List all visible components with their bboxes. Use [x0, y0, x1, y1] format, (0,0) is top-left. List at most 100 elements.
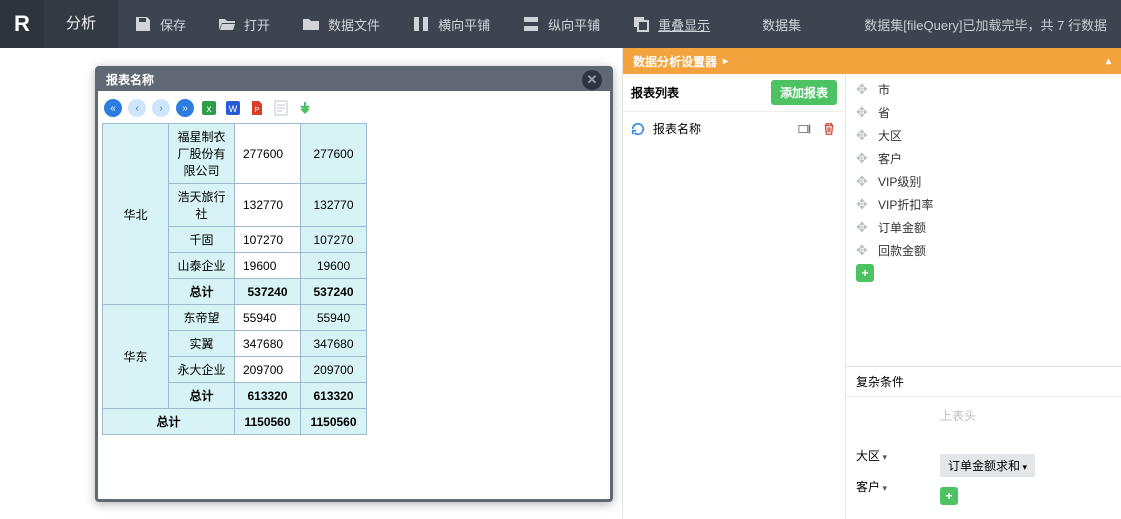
conditions-panel: 复杂条件 大区 客户 上表头 订单金额求和 + [846, 366, 1121, 519]
field-list: 市 省 大区 客户 VIP级别 VIP折扣率 订单金额 回款金额 + [846, 74, 1121, 366]
open-label: 打开 [244, 15, 270, 34]
datafile-button[interactable]: 数据文件 [286, 0, 396, 48]
customer-cell: 山泰企业 [169, 253, 235, 279]
value-cell: 132770 [301, 184, 367, 227]
value-cell: 19600 [301, 253, 367, 279]
top-toolbar: R 分析 保存 打开 数据文件 横向平铺 纵向平铺 重叠显示 [0, 0, 1121, 48]
tile-v-label: 纵向平铺 [548, 15, 600, 34]
add-report-button[interactable]: 添加报表 [771, 80, 837, 105]
download-icon[interactable] [296, 99, 314, 117]
close-icon[interactable]: ✕ [582, 70, 602, 90]
conditions-body: 大区 客户 上表头 订单金额求和 + [846, 397, 1121, 519]
workspace: 报表名称 ✕ « ‹ › » x W P [0, 48, 622, 519]
customer-cell: 浩天旅行社 [169, 184, 235, 227]
value-cell: 347680 [301, 331, 367, 357]
dialog-titlebar[interactable]: 报表名称 ✕ [98, 69, 610, 91]
move-icon[interactable] [856, 152, 870, 166]
field-item[interactable]: 省 [846, 101, 1121, 124]
prev-page-icon[interactable]: ‹ [128, 99, 146, 117]
field-item[interactable]: 订单金额 [846, 216, 1121, 239]
report-list-header: 报表列表 添加报表 [623, 74, 845, 112]
open-button[interactable]: 打开 [202, 0, 286, 48]
rename-icon[interactable] [797, 121, 813, 137]
move-icon[interactable] [856, 83, 870, 97]
refresh-icon[interactable] [631, 122, 645, 136]
value-cell: 55940 [235, 305, 301, 331]
subtotal-value: 613320 [301, 383, 367, 409]
move-icon[interactable] [856, 221, 870, 235]
report-row[interactable]: 报表名称 [623, 112, 845, 145]
first-page-icon[interactable]: « [104, 99, 122, 117]
minimize-icon[interactable]: ▴ [1106, 56, 1111, 67]
grand-total-row: 总计 1150560 1150560 [103, 409, 367, 435]
subtotal-value: 537240 [301, 279, 367, 305]
field-item[interactable]: 回款金额 [846, 239, 1121, 262]
svg-text:W: W [229, 104, 238, 114]
tile-h-label: 横向平铺 [438, 15, 490, 34]
move-icon[interactable] [856, 129, 870, 143]
svg-text:P: P [255, 107, 260, 114]
next-page-icon[interactable]: › [152, 99, 170, 117]
export-pdf-icon[interactable]: P [248, 99, 266, 117]
metric-chip[interactable]: 订单金额求和 [940, 454, 1035, 477]
overlap-button[interactable]: 重叠显示 [616, 0, 726, 48]
field-label: 市 [878, 81, 890, 98]
customer-cell: 千固 [169, 227, 235, 253]
field-item[interactable]: VIP级别 [846, 170, 1121, 193]
report-dialog: 报表名称 ✕ « ‹ › » x W P [95, 66, 613, 502]
export-excel-icon[interactable]: x [200, 99, 218, 117]
subtotal-label: 总计 [169, 279, 235, 305]
last-page-icon[interactable]: » [176, 99, 194, 117]
value-cell: 209700 [301, 357, 367, 383]
field-label: VIP折扣率 [878, 196, 933, 213]
field-item[interactable]: 客户 [846, 147, 1121, 170]
dataset-label-item[interactable]: 数据集 [746, 0, 817, 48]
move-icon[interactable] [856, 244, 870, 258]
field-label: 大区 [878, 127, 902, 144]
add-field-button[interactable]: + [856, 264, 874, 282]
export-word-icon[interactable]: W [224, 99, 242, 117]
column-metrics: 上表头 订单金额求和 + [940, 407, 1111, 509]
field-item[interactable]: VIP折扣率 [846, 193, 1121, 216]
tile-horizontal-button[interactable]: 横向平铺 [396, 0, 506, 48]
field-label: 回款金额 [878, 242, 926, 259]
svg-text:x: x [207, 104, 212, 115]
fields-column: 市 省 大区 客户 VIP级别 VIP折扣率 订单金额 回款金额 + 复杂条件 [846, 74, 1121, 519]
customer-cell: 福星制衣厂股份有限公司 [169, 124, 235, 184]
move-icon[interactable] [856, 175, 870, 189]
customer-cell: 东帝望 [169, 305, 235, 331]
conditions-title: 复杂条件 [846, 367, 1121, 397]
subtotal-value: 537240 [235, 279, 301, 305]
value-cell: 107270 [235, 227, 301, 253]
save-label: 保存 [160, 15, 186, 34]
subtotal-label: 总计 [169, 383, 235, 409]
tab-analysis[interactable]: 分析 [44, 0, 118, 48]
dimension-chip[interactable]: 大区 [856, 447, 926, 464]
field-item[interactable]: 大区 [846, 124, 1121, 147]
add-metric-button[interactable]: + [940, 487, 958, 505]
save-button[interactable]: 保存 [118, 0, 202, 48]
grand-total-label: 总计 [103, 409, 235, 435]
top-header-placeholder[interactable]: 上表头 [940, 407, 1111, 424]
move-icon[interactable] [856, 198, 870, 212]
app-logo: R [0, 0, 44, 48]
overlap-icon [632, 15, 650, 33]
report-list-column: 报表列表 添加报表 报表名称 [623, 74, 846, 519]
dialog-body: « ‹ › » x W P [98, 91, 610, 441]
value-cell: 19600 [235, 253, 301, 279]
value-cell: 55940 [301, 305, 367, 331]
report-list-title: 报表列表 [631, 84, 679, 101]
dimension-chip[interactable]: 客户 [856, 478, 926, 495]
analyzer-header[interactable]: 数据分析设置器 ▸ ▴ [623, 48, 1121, 74]
field-label: 订单金额 [878, 219, 926, 236]
grand-total-value: 1150560 [301, 409, 367, 435]
value-cell: 277600 [235, 124, 301, 184]
subtotal-value: 613320 [235, 383, 301, 409]
export-text-icon[interactable] [272, 99, 290, 117]
field-label: 省 [878, 104, 890, 121]
report-toolbar: « ‹ › » x W P [102, 97, 606, 123]
tile-vertical-button[interactable]: 纵向平铺 [506, 0, 616, 48]
delete-icon[interactable] [821, 121, 837, 137]
move-icon[interactable] [856, 106, 870, 120]
field-item[interactable]: 市 [846, 78, 1121, 101]
